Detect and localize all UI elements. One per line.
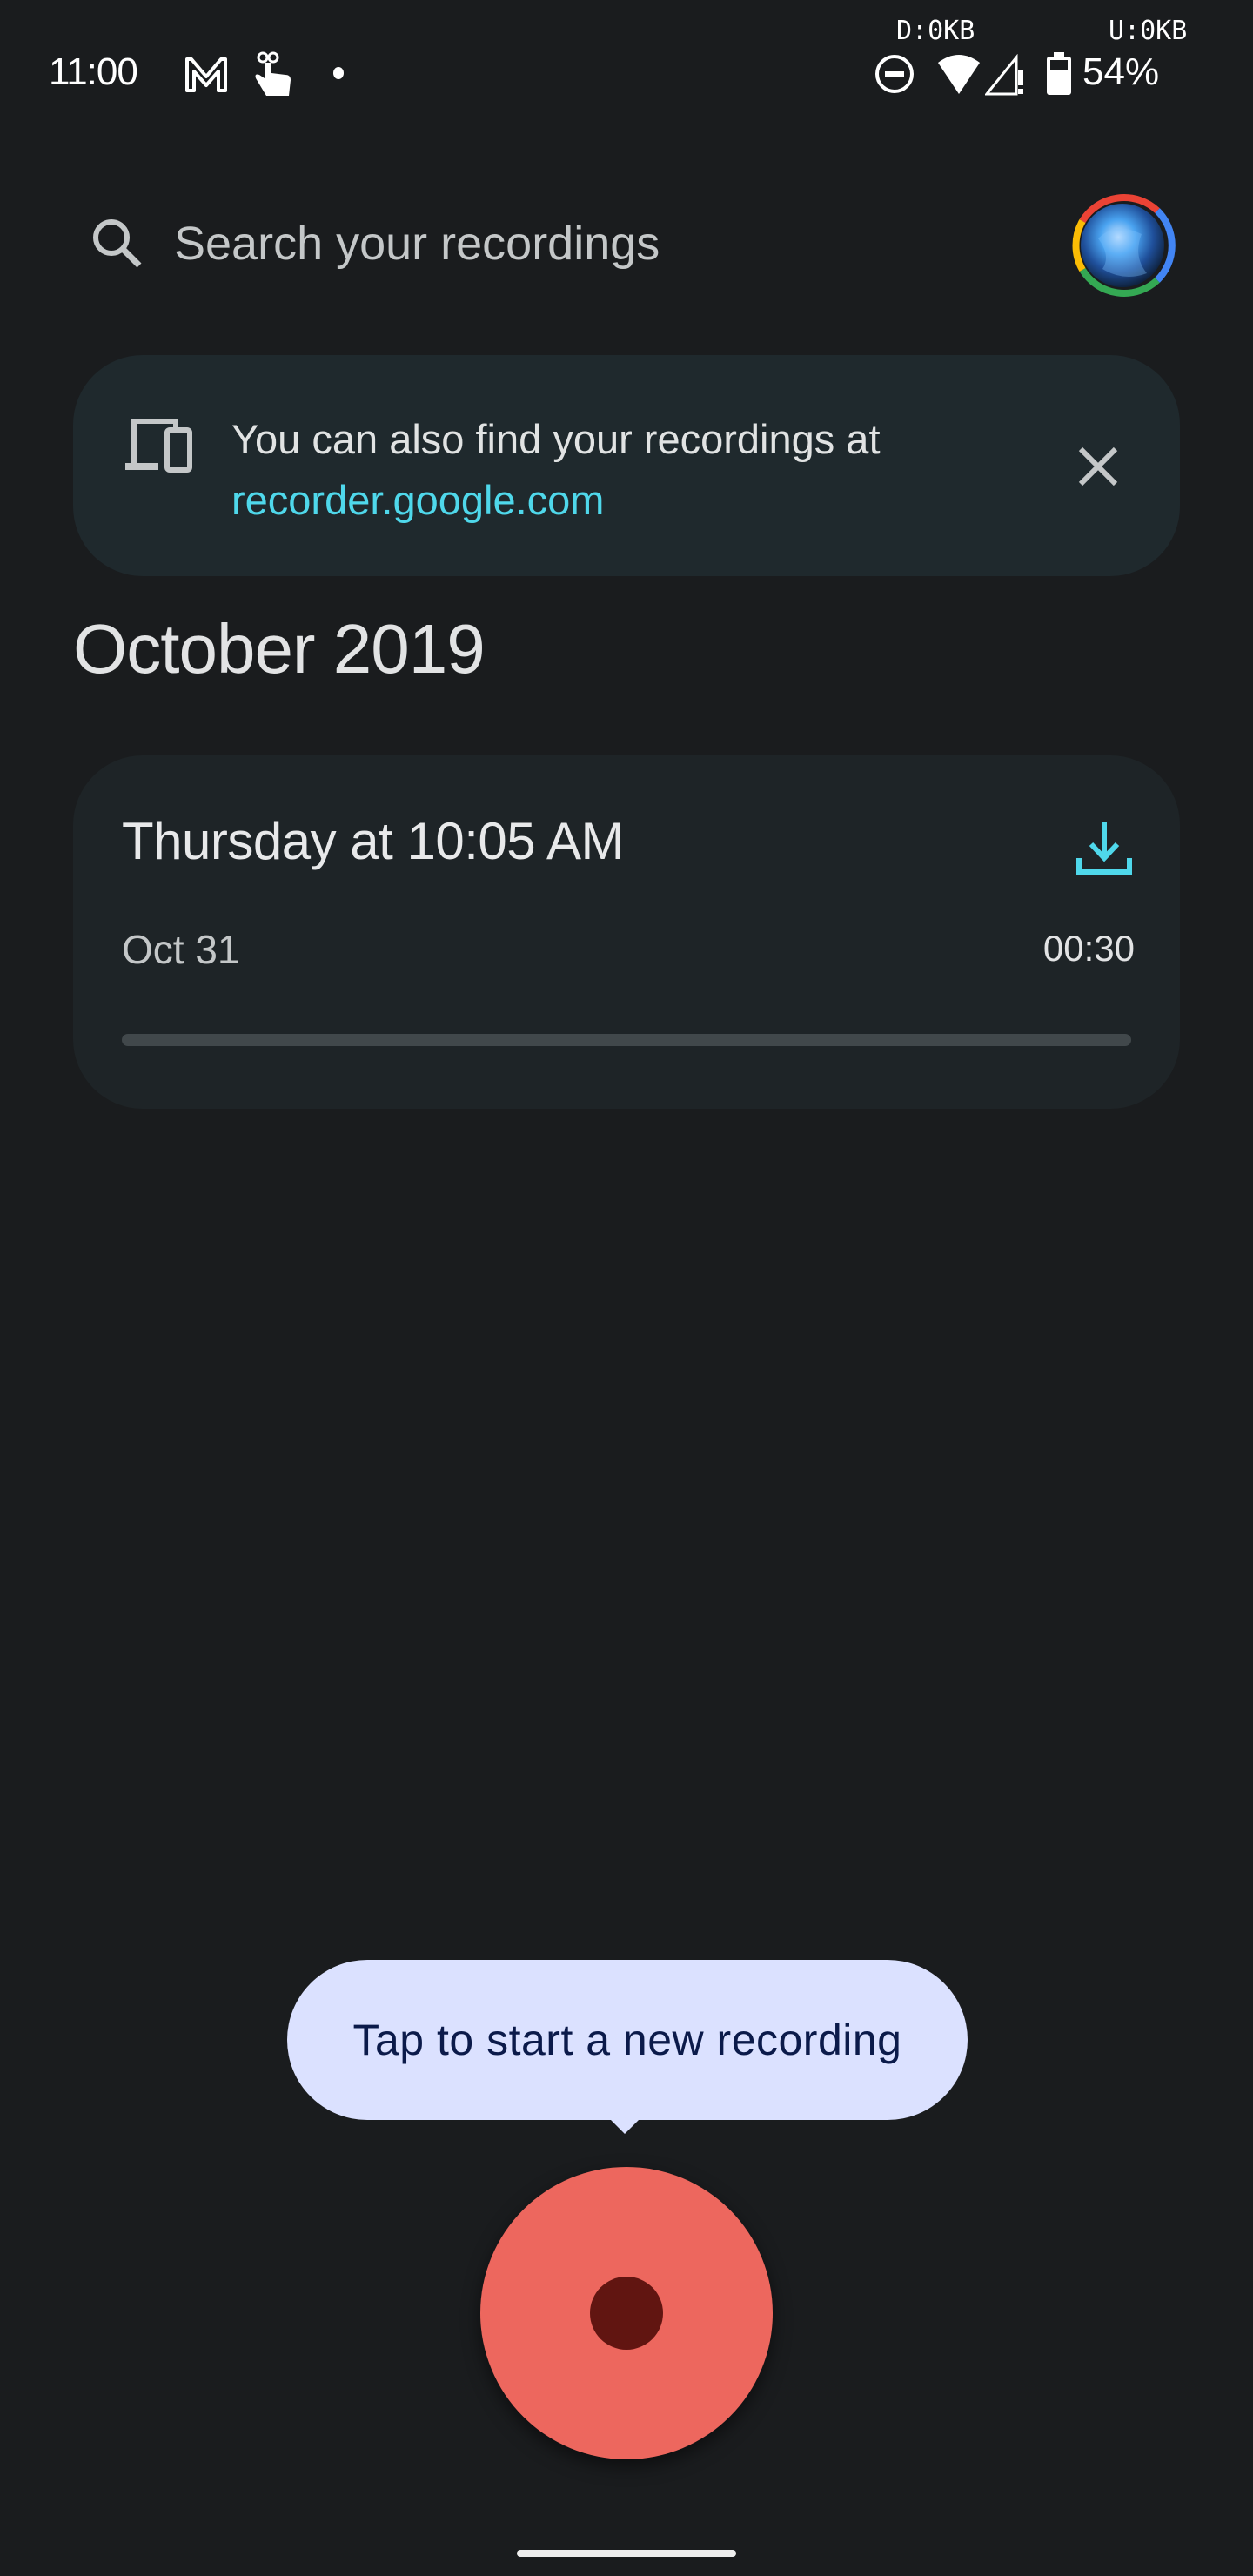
do-not-disturb-icon	[875, 55, 914, 93]
more-notifications-dot	[333, 67, 344, 79]
search-input[interactable]: Search your recordings	[174, 217, 660, 271]
new-recording-tooltip: Tap to start a new recording	[287, 1960, 968, 2120]
account-avatar[interactable]	[1063, 186, 1182, 305]
tooltip-text: Tap to start a new recording	[352, 2016, 902, 2064]
gesture-navigation-bar[interactable]	[517, 2550, 736, 2557]
recording-title: Thursday at 10:05 AM	[122, 812, 625, 870]
gmail-icon	[185, 57, 227, 92]
recording-duration: 00:30	[1042, 928, 1135, 969]
status-bar: 11:00 D:0KB U:0KB 54%	[0, 0, 1253, 122]
recording-card[interactable]: Thursday at 10:05 AM Oct 31 00:30	[73, 755, 1180, 1109]
record-button[interactable]	[480, 2167, 773, 2459]
download-rate: D:0KB	[896, 16, 975, 46]
month-heading: October 2019	[73, 610, 486, 688]
web-access-banner: You can also find your recordings at rec…	[73, 355, 1180, 576]
banner-message: You can also find your recordings at rec…	[231, 409, 881, 531]
cellular-no-signal-icon	[985, 54, 1023, 96]
upload-rate: U:0KB	[1109, 16, 1188, 46]
status-time: 11:00	[49, 50, 138, 93]
battery-icon	[1047, 52, 1071, 95]
tooltip-arrow	[609, 2118, 640, 2134]
close-icon[interactable]	[1072, 440, 1124, 493]
playback-progress-bar[interactable]	[122, 1034, 1131, 1046]
devices-icon	[125, 419, 192, 473]
recording-date: Oct 31	[122, 927, 240, 972]
banner-text: You can also find your recordings at	[231, 416, 881, 462]
search-icon	[93, 219, 142, 268]
download-icon[interactable]	[1074, 818, 1135, 879]
wifi-icon	[938, 55, 980, 94]
battery-percent: 54%	[1082, 50, 1160, 93]
record-icon	[590, 2277, 663, 2350]
touch-gesture-icon	[255, 51, 291, 96]
search-bar[interactable]: Search your recordings	[87, 200, 783, 287]
recorder-web-link[interactable]: recorder.google.com	[231, 470, 881, 531]
